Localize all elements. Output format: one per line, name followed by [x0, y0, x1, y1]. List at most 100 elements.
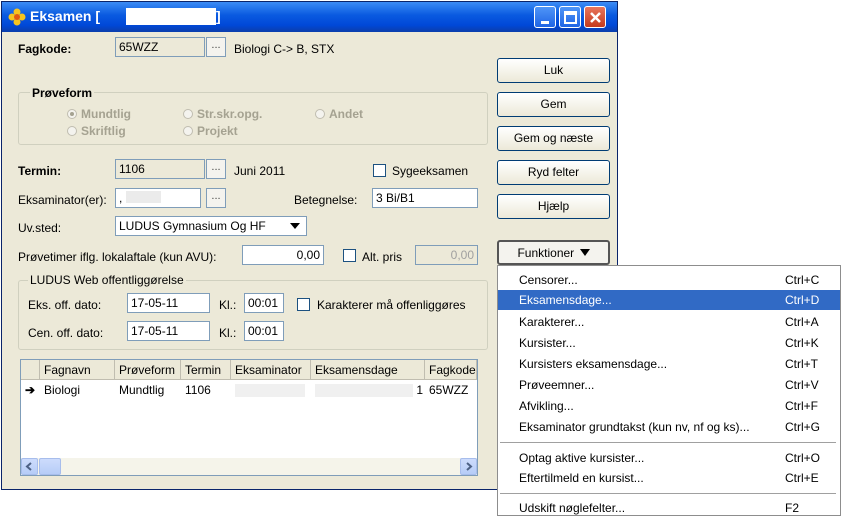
col-header-fagnavn[interactable]: Fagnavn [40, 360, 115, 380]
termin-description: Juni 2011 [234, 164, 286, 178]
ryd-felter-button[interactable]: Ryd felter [497, 160, 610, 185]
menu-item-censorer[interactable]: Censorer... Ctrl+C [498, 270, 840, 290]
eks-off-label: Eks. off. dato: [28, 298, 102, 312]
chevron-left-icon [25, 462, 32, 471]
dropdown-arrow-icon [579, 249, 590, 256]
radio-selected-icon [67, 109, 77, 119]
maximize-icon [564, 11, 577, 24]
termin-lookup-button[interactable]: ... [206, 159, 226, 179]
cell-eksamensdage-redacted [315, 384, 413, 397]
radio-projekt-label: Projekt [197, 124, 238, 138]
chevron-down-icon[interactable] [287, 218, 303, 234]
gem-button[interactable]: Gem [497, 92, 610, 117]
provetimer-label: Prøvetimer iflg. lokalaftale (kun AVU): [18, 250, 217, 264]
col-header-proveform[interactable]: Prøveform [115, 360, 181, 380]
grid-corner [21, 360, 40, 380]
funktioner-label: Funktioner [517, 246, 575, 260]
menu-item-eksaminator-grundtakst[interactable]: Eksaminator grundtakst (kun nv, nf og ks… [498, 417, 840, 437]
app-flower-icon [8, 8, 26, 26]
menu-item-afvikling[interactable]: Afvikling... Ctrl+F [498, 396, 840, 416]
col-header-fagkode[interactable]: Fagkode [425, 360, 477, 380]
cen-off-time-field[interactable]: 00:01 [244, 321, 284, 341]
radio-mundtlig[interactable]: Mundtlig [67, 107, 131, 121]
cell-eksamensdage: 1 [416, 383, 423, 397]
menu-item-proveemner[interactable]: Prøveemner... Ctrl+V [498, 375, 840, 395]
fagkode-lookup-button[interactable]: ... [206, 37, 226, 57]
sygeeksamen-label: Sygeeksamen [392, 164, 469, 178]
close-icon [590, 12, 601, 23]
title-bar[interactable]: Eksamen [ ] [2, 2, 617, 32]
cell-termin: 1106 [185, 383, 211, 397]
termin-field[interactable]: 1106 [115, 159, 205, 179]
gem-og-naeste-button[interactable]: Gem og næste [497, 126, 610, 151]
hjaelp-button[interactable]: Hjælp [497, 194, 610, 219]
eks-off-kl-label: Kl.: [219, 298, 237, 312]
karakterer-checkbox[interactable] [297, 298, 310, 311]
scroll-right-button[interactable] [460, 458, 477, 475]
menu-item-kursister[interactable]: Kursister... Ctrl+K [498, 333, 840, 353]
radio-skriftlig-label: Skriftlig [81, 124, 126, 138]
fagkode-description: Biologi C-> B, STX [234, 42, 335, 56]
minimize-button[interactable] [534, 6, 556, 28]
web-publish-label: LUDUS Web offentliggørelse [28, 273, 186, 287]
col-header-eksamensdage[interactable]: Eksamensdage [311, 360, 425, 380]
row-marker-icon: ➔ [25, 383, 36, 397]
eks-off-time-field[interactable]: 00:01 [244, 293, 284, 313]
col-header-eksaminator[interactable]: Eksaminator [231, 360, 311, 380]
betegnelse-field[interactable]: 3 Bi/B1 [372, 188, 478, 208]
radio-projekt[interactable]: Projekt [183, 124, 238, 138]
altpris-label: Alt. pris [362, 250, 403, 264]
menu-item-karakterer[interactable]: Karakterer... Ctrl+A [498, 312, 840, 332]
eksaminator-label: Eksaminator(er): [18, 193, 107, 207]
altpris-checkbox[interactable] [343, 249, 356, 262]
eksaminator-redacted [126, 191, 162, 203]
maximize-button[interactable] [559, 6, 581, 28]
fagkode-label: Fagkode: [18, 42, 72, 56]
sygeeksamen-checkbox[interactable] [373, 164, 386, 177]
radio-icon [183, 109, 193, 119]
col-header-termin[interactable]: Termin [181, 360, 231, 380]
cell-eksaminator-redacted [235, 384, 305, 397]
radio-strskropg[interactable]: Str.skr.opg. [183, 107, 262, 121]
eks-off-date-field[interactable]: 17-05-11 [127, 293, 210, 313]
proveform-label: Prøveform [30, 86, 95, 100]
altpris-field[interactable]: 0,00 [415, 245, 478, 265]
uvsted-select[interactable]: LUDUS Gymnasium Og HF [115, 216, 307, 236]
cen-off-kl-label: Kl.: [219, 326, 237, 340]
cell-proveform: Mundtlig [119, 383, 165, 397]
menu-item-eksamensdage[interactable]: Eksamensdage... Ctrl+D [498, 290, 840, 310]
cen-off-label: Cen. off. dato: [28, 326, 104, 340]
funktioner-button[interactable]: Funktioner [497, 240, 610, 265]
fagkode-field[interactable]: 65WZZ [115, 37, 205, 57]
luk-button[interactable]: Luk [497, 58, 610, 83]
eksaminator-field[interactable]: , [115, 188, 201, 208]
scroll-thumb[interactable] [39, 458, 61, 475]
close-button[interactable] [584, 6, 606, 28]
exam-grid[interactable]: Fagnavn Prøveform Termin Eksaminator Eks… [20, 359, 478, 476]
radio-icon [315, 109, 325, 119]
scroll-left-button[interactable] [21, 458, 38, 475]
menu-item-optag-aktive-kursister[interactable]: Optag aktive kursister... Ctrl+O [498, 448, 840, 468]
window-title-end: ] [216, 8, 221, 24]
menu-separator [500, 442, 836, 443]
termin-label: Termin: [18, 164, 62, 178]
radio-icon [183, 126, 193, 136]
radio-mundtlig-label: Mundtlig [81, 107, 131, 121]
cell-fagnavn: Biologi [44, 383, 81, 397]
betegnelse-label: Betegnelse: [294, 193, 358, 207]
title-redacted-area [126, 8, 216, 25]
radio-strskropg-label: Str.skr.opg. [197, 107, 263, 121]
window-title: Eksamen [ [30, 8, 101, 24]
menu-item-udskift-noglefelter[interactable]: Udskift nøglefelter... F2 [498, 498, 840, 518]
provetimer-field[interactable]: 0,00 [242, 245, 324, 265]
cen-off-date-field[interactable]: 17-05-11 [127, 321, 210, 341]
radio-andet[interactable]: Andet [315, 107, 363, 121]
funktioner-menu: Censorer... Ctrl+C Eksamensdage... Ctrl+D … [497, 265, 841, 516]
menu-item-kursisters-eksamensdage[interactable]: Kursisters eksamensdage... Ctrl+T [498, 354, 840, 374]
radio-skriftlig[interactable]: Skriftlig [67, 124, 126, 138]
eksaminator-lookup-button[interactable]: ... [206, 188, 226, 208]
horizontal-scrollbar[interactable] [21, 458, 477, 475]
uvsted-label: Uv.sted: [18, 221, 62, 235]
menu-item-eftertilmeld[interactable]: Eftertilmeld en kursist... Ctrl+E [498, 468, 840, 488]
uvsted-value: LUDUS Gymnasium Og HF [119, 219, 266, 233]
